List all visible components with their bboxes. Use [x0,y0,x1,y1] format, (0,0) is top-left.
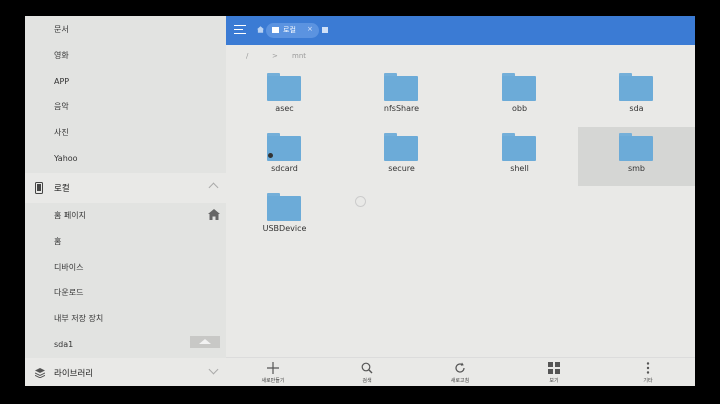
folder-name: asec [275,104,294,113]
bottom-toolbar: 새로만들기 검색 새로고침 보기 기타 [226,357,695,386]
plus-icon [267,362,279,374]
chevron-up-icon [208,182,219,193]
tab-label: 로컬 [283,26,296,34]
folder-name: sda [629,104,644,113]
refresh-button[interactable]: 새로고침 [430,358,490,386]
folder-icon [267,73,301,101]
sidebar-item-label: 다운로드 [54,287,84,297]
sidebar-item-label: 내부 저장 장치 [54,313,104,323]
folder-icon [267,193,301,221]
folder-item[interactable]: secure [343,127,460,187]
sidebar-item-home[interactable]: 홈 [25,228,226,254]
eject-icon [199,339,211,344]
folder-item-selected[interactable]: smb [578,127,695,186]
top-bar: 로컬 × [226,16,695,45]
folder-icon [619,73,653,101]
section-label: 라이브러리 [54,369,94,379]
sidebar-item-label: 문서 [54,24,69,34]
tool-label: 보기 [549,378,559,384]
folder-icon [384,133,418,161]
folder-name: sdcard [271,164,298,173]
file-manager-window: 문서 영화 APP 음악 사진 Yahoo 로컬 홈 페이지 홈 디바이스 다운… [25,16,695,386]
sidebar-section-library[interactable]: 라이브러리 [25,358,226,386]
breadcrumb-separator: > [272,52,278,60]
folder-item[interactable]: USBDevice [226,187,343,247]
folder-icon [384,73,418,101]
phone-icon [272,27,279,33]
home-icon[interactable] [257,26,264,33]
loading-indicator-icon [355,196,366,207]
sidebar-item-photos[interactable]: 사진 [25,119,226,145]
sidebar-section-local[interactable]: 로컬 [25,173,226,203]
sidebar-item-label: Yahoo [54,153,78,163]
sidebar-item-yahoo[interactable]: Yahoo [25,145,226,171]
sidebar: 문서 영화 APP 음악 사진 Yahoo 로컬 홈 페이지 홈 디바이스 다운… [25,16,226,386]
folder-name: nfsShare [383,104,420,113]
more-button[interactable]: 기타 [618,358,678,386]
sidebar-item-label: 홈 페이지 [54,210,86,220]
folder-item[interactable]: sda [578,67,695,127]
phone-icon [35,182,43,194]
tab-local[interactable]: 로컬 × [266,23,319,38]
sidebar-item-music[interactable]: 음악 [25,93,226,119]
tool-label: 새로만들기 [261,378,285,384]
menu-icon[interactable] [234,25,246,35]
new-button[interactable]: 새로만들기 [243,358,303,386]
breadcrumb: / > mnt [226,45,695,67]
chevron-down-icon [208,364,219,375]
sidebar-item-app[interactable]: APP [25,68,226,94]
folder-icon [502,73,536,101]
sidebar-item-label: 음악 [54,101,69,111]
folder-item[interactable]: shell [461,127,578,187]
search-button[interactable]: 검색 [337,358,397,386]
view-button[interactable]: 보기 [524,358,584,386]
sidebar-item-homepage[interactable]: 홈 페이지 [25,202,226,228]
folder-icon [502,133,536,161]
sidebar-item-device[interactable]: 디바이스 [25,254,226,280]
more-vertical-icon [646,362,650,374]
sidebar-item-label: 홈 [54,236,62,246]
tool-label: 기타 [643,378,653,384]
refresh-icon [455,362,465,373]
folder-name: secure [388,164,415,173]
eject-button[interactable] [190,336,220,348]
folder-name: USBDevice [262,224,307,233]
sidebar-item-documents[interactable]: 문서 [25,16,226,42]
folder-item[interactable]: asec [226,67,343,127]
breadcrumb-root[interactable]: / [246,52,248,60]
sidebar-item-internal-storage[interactable]: 내부 저장 장치 [25,305,226,331]
layers-icon [35,368,45,378]
sidebar-item-label: sda1 [54,339,74,349]
tool-label: 새로고침 [450,378,470,384]
sidebar-item-label: 디바이스 [54,262,84,272]
mouse-cursor-icon [268,153,273,158]
grid-view-icon [548,362,560,374]
section-label: 로컬 [54,184,70,194]
search-icon [361,362,373,374]
folder-item[interactable]: obb [461,67,578,127]
folder-grid: asec nfsShare obb sda sdcard secure shel… [226,67,695,357]
close-icon[interactable]: × [307,25,313,33]
breadcrumb-current[interactable]: mnt [292,52,306,60]
folder-icon [619,133,653,161]
sidebar-item-label: 영화 [54,50,69,60]
window-icon[interactable] [322,27,328,33]
sidebar-item-movies[interactable]: 영화 [25,42,226,68]
home-icon[interactable] [208,209,220,220]
folder-name: shell [510,164,529,173]
sidebar-item-downloads[interactable]: 다운로드 [25,279,226,305]
folder-name: obb [511,104,528,113]
folder-item[interactable]: nfsShare [343,67,460,127]
folder-name: smb [627,164,646,173]
sidebar-item-sda1[interactable]: sda1 [25,331,226,357]
sidebar-item-label: 사진 [54,127,69,137]
folder-item[interactable]: sdcard [226,127,343,187]
sidebar-item-label: APP [54,76,70,86]
tool-label: 검색 [362,378,372,384]
